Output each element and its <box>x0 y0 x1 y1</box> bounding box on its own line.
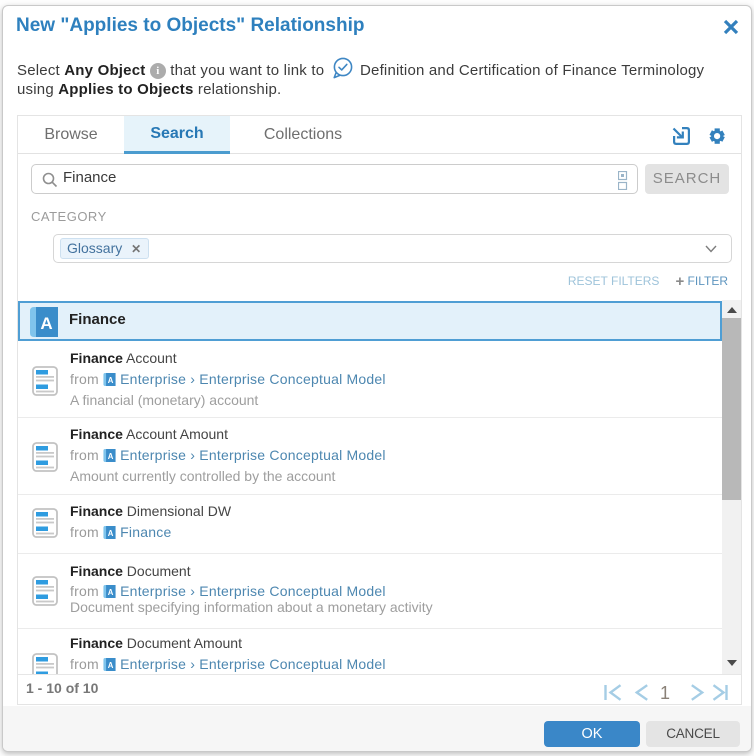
svg-text:A: A <box>108 588 114 597</box>
svg-text:A: A <box>108 661 114 670</box>
svg-text:A: A <box>108 452 114 461</box>
svg-text:A: A <box>108 376 114 385</box>
svg-text:A: A <box>40 314 52 333</box>
svg-text:A: A <box>108 529 114 538</box>
